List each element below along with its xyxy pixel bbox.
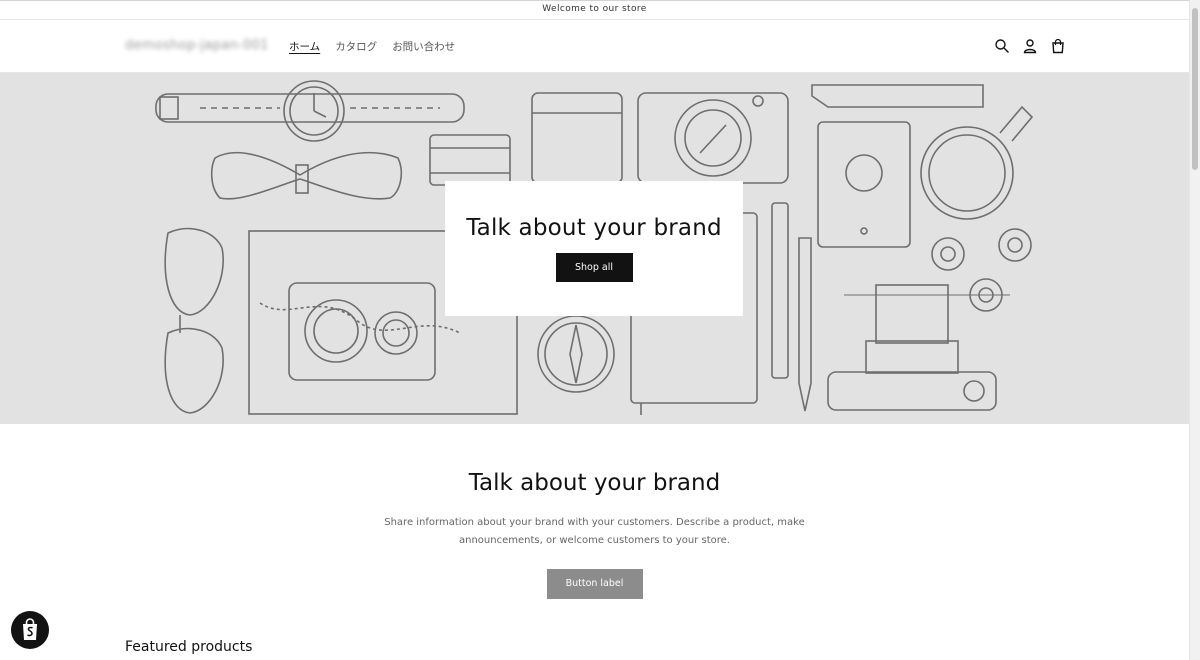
instant-camera <box>827 371 997 411</box>
lens <box>429 134 511 186</box>
search-icon[interactable] <box>994 38 1010 54</box>
hero-banner: Talk about your brand Shop all <box>0 73 1189 424</box>
account-icon[interactable] <box>1022 38 1038 54</box>
scrollbar-thumb[interactable] <box>1192 8 1198 170</box>
bow-tie <box>210 151 402 200</box>
featured-products-heading: Featured products <box>125 639 253 655</box>
pencil <box>811 84 984 108</box>
header-icons <box>994 38 1066 54</box>
brand-description: Share information about your brand with … <box>384 517 805 546</box>
film-canister <box>531 92 623 184</box>
nav-item-contact[interactable]: お問い合わせ <box>392 39 455 54</box>
announcement-text: Welcome to our store <box>542 4 647 14</box>
main-nav: ホーム カタログ お問い合わせ <box>289 39 455 54</box>
page-scrollbar[interactable] <box>1189 0 1200 660</box>
shop-all-button[interactable]: Shop all <box>555 253 633 282</box>
hero-title: Talk about your brand <box>466 215 722 241</box>
nav-item-home[interactable]: ホーム <box>289 39 320 54</box>
tape-roll <box>931 237 965 271</box>
brand-title: Talk about your brand <box>468 470 721 496</box>
nav-item-catalog[interactable]: カタログ <box>335 39 377 54</box>
announcement-bar: Welcome to our store <box>0 0 1189 20</box>
shopify-badge[interactable] <box>11 611 49 649</box>
site-header: demoshop-japan-001 ホーム カタログ お問い合わせ <box>0 20 1189 73</box>
shopify-bag-icon <box>23 618 37 640</box>
cart-icon[interactable] <box>1050 38 1066 54</box>
mug <box>920 126 1014 220</box>
hero-content-box: Talk about your brand Shop all <box>445 181 743 316</box>
button-label-button[interactable]: Button label <box>546 569 643 599</box>
sunglasses <box>164 227 224 316</box>
twin-lens-camera <box>288 282 436 381</box>
pen <box>771 202 789 379</box>
store-logo[interactable]: demoshop-japan-001 <box>125 38 269 53</box>
brand-section: Talk about your brand Share information … <box>0 424 1189 599</box>
